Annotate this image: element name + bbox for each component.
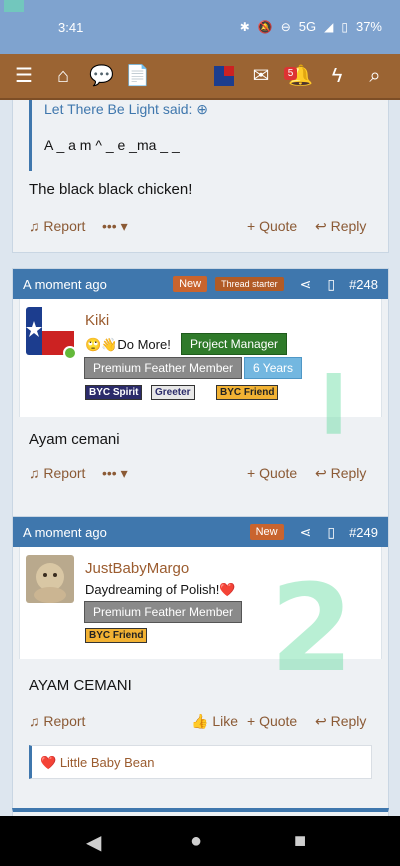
badge-greeter: Greeter [151, 385, 195, 400]
do-not-disturb-icon: ⊖ [280, 19, 291, 34]
home-icon[interactable]: ⌂ [51, 64, 75, 88]
overlay-tab [4, 0, 24, 12]
post-message: The black black chicken! [29, 181, 193, 198]
badge-byc-spirit: BYC Spirit [85, 385, 143, 400]
banner-project-manager: Project Manager [181, 333, 288, 355]
bell-icon: ♫ [29, 713, 40, 729]
signal-icon: ◢ [324, 19, 334, 34]
signature: ❤️ Little Baby Bean [29, 745, 372, 779]
back-icon[interactable]: ◀ [86, 830, 101, 855]
alert-count-badge: 5 [284, 67, 297, 80]
post-time[interactable]: A moment ago [23, 277, 173, 292]
new-tag: New [173, 276, 208, 292]
bell-icon: ♫ [29, 465, 40, 481]
thread-content: Let There Be Light said: ⊕ A _ a m ^ _ e… [0, 100, 400, 816]
reply-button[interactable]: ↩ Reply [315, 713, 366, 730]
mute-icon: 🔕 [257, 19, 273, 34]
banner-years: 6 Years [244, 357, 303, 379]
network-label: 5G [298, 19, 317, 34]
battery-icon: ▯ [341, 19, 348, 34]
post-actions: ♫ Report 👍 Like + Quote ↩ Reply [29, 713, 372, 733]
post-actions: ♫ Report ••• ▾ + Quote ↩ Reply [29, 218, 372, 238]
bookmark-icon[interactable]: ▯ [327, 524, 335, 541]
bell-icon: ♫ [29, 218, 40, 234]
like-button[interactable]: 👍 Like [191, 713, 238, 730]
post-message: Ayam cemani [29, 431, 120, 448]
post-actions: ♫ Report ••• ▾ + Quote ↩ Reply [29, 465, 372, 485]
username[interactable]: JustBabyMargo [85, 560, 189, 577]
post-previous: Let There Be Light said: ⊕ A _ a m ^ _ e… [12, 100, 389, 253]
reply-button[interactable]: ↩ Reply [315, 218, 366, 235]
username[interactable]: Kiki [85, 312, 109, 329]
quote-button[interactable]: + Quote [247, 713, 297, 729]
user-title: 🙄👋Do More! [85, 337, 171, 352]
menu-icon[interactable]: ☰ [12, 64, 36, 88]
arrow-up-circle-icon[interactable]: ⊕ [196, 101, 208, 117]
document-icon[interactable]: 📄 [125, 64, 150, 88]
thread-starter-tag: Thread starter [215, 277, 284, 291]
more-menu-button[interactable]: ••• ▾ [102, 218, 128, 235]
share-icon[interactable]: ⋖ [300, 524, 312, 541]
top-navbar: ☰ ⌂ 💬 📄 ✉ 🔔 ϟ ⌕ [0, 54, 400, 100]
post-time[interactable]: A moment ago [23, 525, 250, 540]
new-tag: New [249, 524, 284, 540]
quote-button[interactable]: + Quote [247, 465, 297, 481]
report-button[interactable]: ♫ Report [29, 713, 85, 729]
banner-premium-member: Premium Feather Member [84, 357, 243, 379]
thumbs-up-icon: 👍 [191, 713, 209, 729]
online-indicator [63, 346, 77, 360]
battery-level: 37% [355, 19, 382, 34]
quote-text: A _ a m ^ _ e _ma _ _ [44, 137, 180, 153]
quote-attribution[interactable]: Let There Be Light said: ⊕ [44, 101, 208, 118]
quote-button[interactable]: + Quote [247, 218, 297, 234]
post-header: A moment ago New ⋖ ▯ #249 [13, 517, 388, 547]
badge-byc-friend: BYC Friend [216, 385, 279, 400]
more-menu-button[interactable]: ••• ▾ [102, 465, 128, 482]
banner-premium-member: Premium Feather Member [84, 601, 243, 623]
report-button[interactable]: ♫ Report [29, 218, 85, 234]
report-button[interactable]: ♫ Report [29, 465, 85, 481]
post-next [12, 808, 389, 816]
chat-icon[interactable]: 💬 [89, 64, 114, 88]
bookmark-icon[interactable]: ▯ [327, 276, 335, 293]
user-info: JustBabyMargo Daydreaming of Polish!❤️ P… [19, 547, 382, 659]
search-icon[interactable]: ⌕ [363, 64, 387, 88]
share-icon[interactable]: ⋖ [300, 276, 312, 293]
avatar[interactable] [214, 66, 234, 86]
status-bar: 3:41 ✱ 🔕 ⊖ 5G ◢ ▯ 37% [0, 0, 400, 54]
mail-icon[interactable]: ✉ [249, 64, 273, 88]
post-number[interactable]: #248 [349, 277, 378, 292]
reply-icon: ↩ [315, 465, 327, 481]
status-time: 3:41 [58, 20, 84, 35]
user-title: Daydreaming of Polish!❤️ [85, 582, 236, 597]
system-nav-bar: ◀ ● ■ [0, 816, 400, 866]
reply-icon: ↩ [315, 218, 327, 234]
post-message: AYAM CEMANI [29, 677, 132, 694]
badge-byc-friend: BYC Friend [85, 628, 148, 643]
recents-icon[interactable]: ■ [294, 830, 306, 853]
reply-button[interactable]: ↩ Reply [315, 465, 366, 482]
reply-icon: ↩ [315, 713, 327, 729]
quote-block: Let There Be Light said: ⊕ A _ a m ^ _ e… [29, 100, 372, 171]
user-info: Kiki 🙄👋Do More! Project Manager Premium … [19, 299, 382, 417]
bluetooth-icon: ✱ [239, 19, 250, 34]
home-button-icon[interactable]: ● [190, 830, 202, 853]
emoji-icon: 🙄👋 [85, 337, 118, 352]
user-avatar[interactable] [26, 555, 74, 603]
post-number[interactable]: #249 [349, 525, 378, 540]
post-header: A moment ago New Thread starter ⋖ ▯ #248 [13, 269, 388, 299]
post-249: A moment ago New ⋖ ▯ #249 JustBabyMargo … [12, 516, 389, 816]
bolt-icon[interactable]: ϟ [325, 64, 349, 88]
heart-icon: ❤️ [40, 755, 57, 770]
